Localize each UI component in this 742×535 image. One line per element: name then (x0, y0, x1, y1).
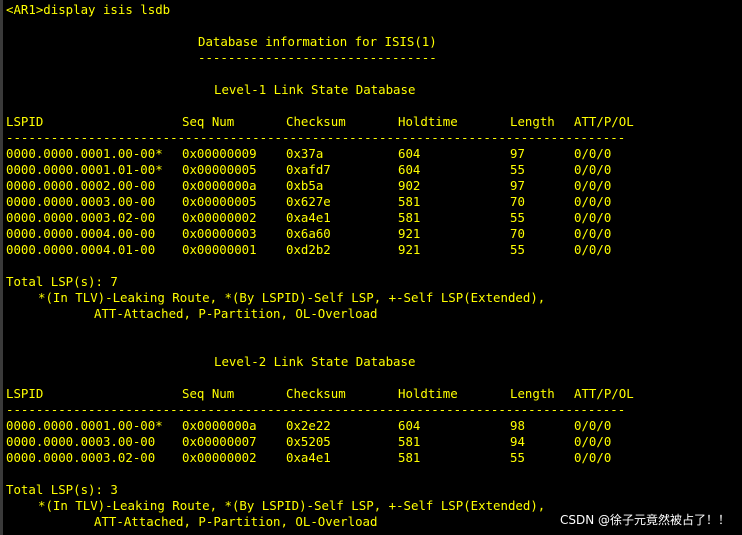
level1-legend-line1: *(In TLV)-Leaking Route, *(By LSPID)-Sel… (38, 290, 546, 305)
level1-separator: ----------------------------------------… (6, 130, 626, 145)
cell-holdtime: 604 (398, 418, 421, 433)
cell-seq-num: 0x00000007 (182, 434, 257, 449)
cell-checksum: 0xb5a (286, 178, 324, 193)
cell-att-p-ol: 0/0/0 (574, 434, 612, 449)
column-header-holdtime: Holdtime (398, 386, 458, 401)
database-title-underline: -------------------------------- (198, 50, 437, 65)
cell-att-p-ol: 0/0/0 (574, 194, 612, 209)
csdn-watermark: CSDN @徐子元竟然被占了！！ (559, 513, 730, 527)
cell-att-p-ol: 0/0/0 (574, 178, 612, 193)
cell-holdtime: 581 (398, 194, 421, 209)
level2-legend-line2: ATT-Attached, P-Partition, OL-Overload (94, 514, 378, 529)
cell-checksum: 0xd2b2 (286, 242, 331, 257)
cell-att-p-ol: 0/0/0 (574, 242, 612, 257)
window-left-border (0, 0, 3, 535)
cell-holdtime: 902 (398, 178, 421, 193)
cell-att-p-ol: 0/0/0 (574, 210, 612, 225)
cell-lspid: 0000.0000.0001.01-00* (6, 162, 163, 177)
cell-lspid: 0000.0000.0001.00-00* (6, 146, 163, 161)
cell-seq-num: 0x00000002 (182, 210, 257, 225)
level2-title: Level-2 Link State Database (214, 354, 416, 369)
cell-length: 55 (510, 210, 525, 225)
column-header-seq-num: Seq Num (182, 386, 235, 401)
level1-title: Level-1 Link State Database (214, 82, 416, 97)
cell-checksum: 0xa4e1 (286, 210, 331, 225)
cell-lspid: 0000.0000.0003.00-00 (6, 434, 156, 449)
cell-lspid: 0000.0000.0003.02-00 (6, 450, 156, 465)
cell-seq-num: 0x00000002 (182, 450, 257, 465)
cell-checksum: 0x6a60 (286, 226, 331, 241)
cell-length: 55 (510, 450, 525, 465)
column-header-seq-num: Seq Num (182, 114, 235, 129)
cell-holdtime: 604 (398, 162, 421, 177)
cell-seq-num: 0x0000000a (182, 418, 257, 433)
database-title: Database information for ISIS(1) (198, 34, 437, 49)
cell-lspid: 0000.0000.0001.00-00* (6, 418, 163, 433)
cell-checksum: 0xa4e1 (286, 450, 331, 465)
cell-length: 98 (510, 418, 525, 433)
cell-att-p-ol: 0/0/0 (574, 162, 612, 177)
cell-seq-num: 0x00000001 (182, 242, 257, 257)
cell-seq-num: 0x0000000a (182, 178, 257, 193)
cell-holdtime: 921 (398, 242, 421, 257)
cell-holdtime: 921 (398, 226, 421, 241)
cell-att-p-ol: 0/0/0 (574, 450, 612, 465)
cell-att-p-ol: 0/0/0 (574, 146, 612, 161)
column-header-lspid: LSPID (6, 114, 44, 129)
cell-length: 94 (510, 434, 525, 449)
cell-holdtime: 581 (398, 434, 421, 449)
column-header-checksum: Checksum (286, 114, 346, 129)
cell-seq-num: 0x00000005 (182, 194, 257, 209)
cell-lspid: 0000.0000.0003.02-00 (6, 210, 156, 225)
cell-length: 70 (510, 194, 525, 209)
column-header-att-p-ol: ATT/P/OL (574, 386, 634, 401)
level2-legend-line1: *(In TLV)-Leaking Route, *(By LSPID)-Sel… (38, 498, 546, 513)
cell-length: 55 (510, 242, 525, 257)
cell-seq-num: 0x00000003 (182, 226, 257, 241)
cell-att-p-ol: 0/0/0 (574, 226, 612, 241)
cell-seq-num: 0x00000009 (182, 146, 257, 161)
column-header-length: Length (510, 386, 555, 401)
column-header-checksum: Checksum (286, 386, 346, 401)
cell-length: 97 (510, 178, 525, 193)
column-header-holdtime: Holdtime (398, 114, 458, 129)
level2-separator: ----------------------------------------… (6, 402, 626, 417)
level1-total: Total LSP(s): 7 (6, 274, 118, 289)
cell-lspid: 0000.0000.0003.00-00 (6, 194, 156, 209)
cell-lspid: 0000.0000.0004.01-00 (6, 242, 156, 257)
cell-holdtime: 581 (398, 210, 421, 225)
cell-checksum: 0x37a (286, 146, 324, 161)
column-header-lspid: LSPID (6, 386, 44, 401)
cell-checksum: 0x5205 (286, 434, 331, 449)
command-prompt: <AR1>display isis lsdb (6, 2, 171, 17)
cell-holdtime: 581 (398, 450, 421, 465)
column-header-length: Length (510, 114, 555, 129)
cell-checksum: 0x627e (286, 194, 331, 209)
level2-total: Total LSP(s): 3 (6, 482, 118, 497)
cell-lspid: 0000.0000.0004.00-00 (6, 226, 156, 241)
cell-lspid: 0000.0000.0002.00-00 (6, 178, 156, 193)
level1-legend-line2: ATT-Attached, P-Partition, OL-Overload (94, 306, 378, 321)
cell-length: 70 (510, 226, 525, 241)
cell-length: 55 (510, 162, 525, 177)
column-header-att-p-ol: ATT/P/OL (574, 114, 634, 129)
cell-holdtime: 604 (398, 146, 421, 161)
cell-checksum: 0x2e22 (286, 418, 331, 433)
cell-att-p-ol: 0/0/0 (574, 418, 612, 433)
cell-checksum: 0xafd7 (286, 162, 331, 177)
cell-seq-num: 0x00000005 (182, 162, 257, 177)
cell-length: 97 (510, 146, 525, 161)
